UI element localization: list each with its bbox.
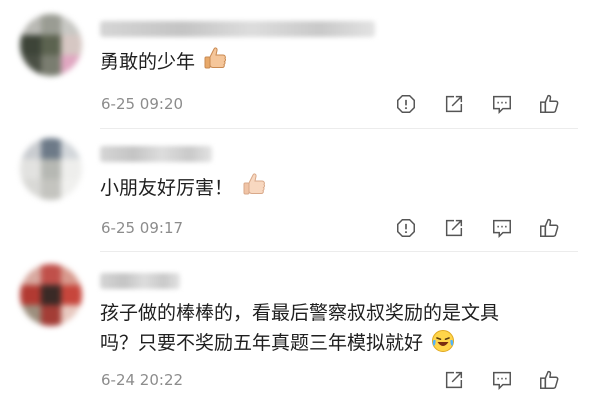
laughing-crying-icon bbox=[431, 329, 455, 362]
comment-time: 6-24 20:22 bbox=[101, 371, 184, 389]
comment-text: 勇敢的少年 bbox=[100, 46, 556, 81]
like-icon bbox=[540, 94, 559, 113]
forward-icon bbox=[445, 219, 463, 237]
thumbs-up-icon bbox=[241, 172, 267, 207]
report-button[interactable] bbox=[393, 215, 419, 241]
forward-icon bbox=[445, 95, 463, 113]
username[interactable] bbox=[100, 21, 375, 37]
reply-button[interactable] bbox=[489, 367, 515, 393]
username[interactable] bbox=[100, 146, 212, 162]
comment-text-line-1: 孩子做的棒棒的，看最后警察叔叔奖励的是文具 bbox=[100, 302, 500, 324]
avatar[interactable] bbox=[20, 264, 82, 326]
forward-icon bbox=[445, 371, 463, 389]
forward-button[interactable] bbox=[441, 215, 467, 241]
comment-actions bbox=[393, 91, 573, 117]
comment-icon bbox=[493, 95, 511, 115]
comment-icon bbox=[493, 371, 511, 391]
avatar[interactable] bbox=[20, 14, 82, 76]
divider bbox=[100, 251, 578, 252]
report-icon bbox=[397, 95, 415, 113]
comment-actions bbox=[393, 367, 573, 393]
comment-text-line-2: 吗？只要不奖励五年真题三年模拟就好 bbox=[100, 328, 556, 362]
forward-button[interactable] bbox=[441, 91, 467, 117]
comment-time: 6-25 09:20 bbox=[101, 95, 184, 113]
username[interactable] bbox=[100, 273, 180, 289]
avatar[interactable] bbox=[20, 138, 82, 200]
like-icon bbox=[540, 218, 559, 237]
like-icon bbox=[540, 370, 559, 389]
comment-time: 6-25 09:17 bbox=[101, 219, 184, 237]
like-button[interactable] bbox=[536, 367, 562, 393]
divider bbox=[100, 128, 578, 129]
comment-icon bbox=[493, 219, 511, 239]
reply-button[interactable] bbox=[489, 215, 515, 241]
comment-text: 小朋友好厉害！ bbox=[100, 172, 556, 207]
report-icon bbox=[397, 219, 415, 237]
report-button[interactable] bbox=[393, 91, 419, 117]
like-button[interactable] bbox=[536, 215, 562, 241]
reply-button[interactable] bbox=[489, 91, 515, 117]
like-button[interactable] bbox=[536, 91, 562, 117]
thumbs-up-icon bbox=[203, 46, 227, 81]
comment-actions bbox=[393, 215, 573, 241]
forward-button[interactable] bbox=[441, 367, 467, 393]
